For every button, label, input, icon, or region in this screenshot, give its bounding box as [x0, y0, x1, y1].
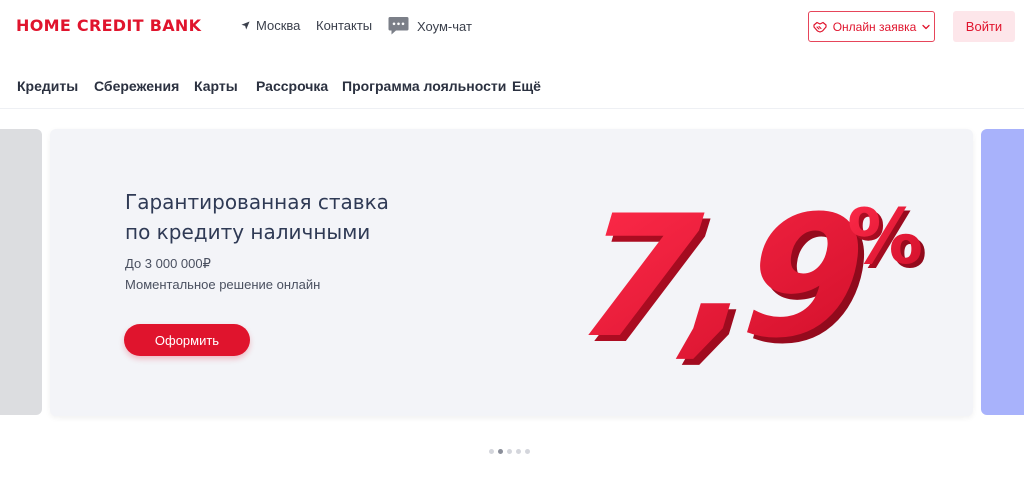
home-credit-bank-logo[interactable]: HOME CREDIT BANK	[16, 16, 201, 35]
header: HOME CREDIT BANK Москва Контакты Хоум-ча…	[0, 0, 1024, 52]
next-slide-peek[interactable]	[981, 129, 1024, 415]
rate-graphic: 7,9 7,9 % %	[585, 179, 925, 380]
nav-item-installments[interactable]: Рассрочка	[256, 78, 328, 94]
city-selector[interactable]: Москва	[241, 18, 300, 33]
carousel-dot[interactable]	[507, 449, 512, 454]
slide-amount: До 3 000 000₽	[125, 256, 211, 271]
chat-bubble-icon	[388, 17, 409, 35]
slide-title-line-1: Гарантированная ставка	[125, 190, 389, 214]
nav-item-cards[interactable]: Карты	[194, 78, 238, 94]
main-navigation: Кредиты Сбережения Карты Рассрочка Прогр…	[0, 70, 1024, 102]
promo-slide: Гарантированная ставка по кредиту наличн…	[50, 129, 973, 416]
carousel-dot[interactable]	[489, 449, 494, 454]
previous-slide-peek[interactable]	[0, 129, 42, 415]
nav-item-credits[interactable]: Кредиты	[17, 78, 78, 94]
carousel-dot[interactable]	[498, 449, 503, 454]
carousel-dot[interactable]	[516, 449, 521, 454]
rate-value: 7,9	[585, 179, 866, 374]
slide-title: Гарантированная ставка по кредиту наличн…	[125, 187, 445, 247]
chat-label: Хоум-чат	[417, 18, 472, 34]
home-chat-link[interactable]: Хоум-чат	[388, 16, 472, 36]
slide-decision: Моментальное решение онлайн	[125, 277, 321, 292]
contacts-link[interactable]: Контакты	[316, 18, 372, 33]
nav-divider	[0, 108, 1024, 109]
apply-label: Онлайн заявка	[832, 19, 917, 34]
login-button[interactable]: Войти	[953, 11, 1015, 42]
location-arrow-icon	[241, 21, 250, 30]
nav-item-savings[interactable]: Сбережения	[94, 78, 179, 94]
apply-now-button[interactable]: Оформить	[124, 324, 250, 356]
nav-item-loyalty-program[interactable]: Программа лояльности	[342, 78, 506, 94]
carousel-dot[interactable]	[525, 449, 530, 454]
handshake-icon	[813, 21, 827, 33]
carousel-pagination	[489, 449, 530, 454]
city-label: Москва	[256, 18, 301, 33]
nav-item-more[interactable]: Ещё	[512, 78, 541, 94]
online-application-button[interactable]: Онлайн заявка	[808, 11, 935, 42]
slide-title-line-2: по кредиту наличными	[125, 220, 371, 244]
rate-percent: %	[847, 192, 923, 281]
chevron-down-icon	[922, 24, 930, 29]
